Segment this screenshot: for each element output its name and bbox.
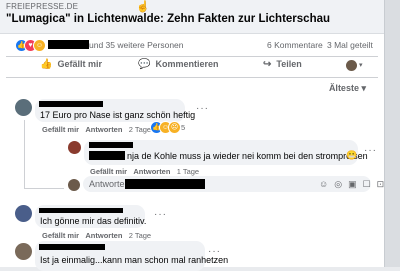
- haha-reaction-icon[interactable]: ☺: [33, 39, 46, 52]
- link-domain: FREIEPRESSE.DE: [6, 2, 79, 11]
- more-options-icon[interactable]: ···: [208, 246, 221, 257]
- redacted-name: [39, 208, 123, 213]
- my-avatar: [68, 179, 80, 191]
- comment-text: Ich gönne mir das definitiv.: [40, 216, 147, 226]
- reply-input[interactable]: Antworte ☺◎▣☐⊡: [83, 176, 384, 192]
- reactions-bar: 👍 ♥ ☺ und 35 weitere Personen 6 Kommenta…: [0, 33, 384, 55]
- share-button[interactable]: ↪ Teilen: [263, 59, 302, 75]
- comment-reply-link[interactable]: Antworten: [85, 125, 122, 134]
- chevron-down-icon[interactable]: ▾: [359, 61, 363, 69]
- divider: [6, 77, 378, 78]
- share-icon: ↪: [263, 59, 272, 70]
- thumbs-up-icon: 👍: [40, 59, 53, 70]
- camera-icon[interactable]: ◎: [334, 179, 348, 189]
- link-preview[interactable]: FREIEPRESSE.DE "Lumagica" in Lichtenwald…: [0, 0, 384, 34]
- comment-bubble: 17 Euro pro Nase ist ganz schön heftig: [35, 99, 195, 122]
- more-options-icon[interactable]: ···: [196, 103, 209, 114]
- reactions-count-text[interactable]: und 35 weitere Personen: [89, 40, 184, 50]
- avatar[interactable]: [15, 99, 32, 116]
- avatar[interactable]: [68, 141, 81, 154]
- comment-meta: Gefällt mir Antworten 2 Tage: [42, 125, 151, 134]
- like-button[interactable]: 👍 Gefällt mir: [40, 59, 102, 75]
- redacted-name: [39, 101, 103, 107]
- avatar[interactable]: [15, 243, 32, 260]
- redacted-name: [89, 142, 133, 148]
- comment-reply-link[interactable]: Antworten: [85, 231, 122, 240]
- gif-icon[interactable]: ▣: [348, 179, 363, 189]
- comment-text: 17 Euro pro Nase ist ganz schön heftig: [40, 110, 196, 120]
- comment-time[interactable]: 1 Tage: [177, 167, 199, 176]
- link-title[interactable]: "Lumagica" in Lichtenwalde: Zehn Fakten …: [6, 13, 330, 25]
- more-options-icon[interactable]: ···: [364, 145, 377, 156]
- comment-icon: 💬: [138, 59, 151, 70]
- shares-count[interactable]: 3 Mal geteilt: [327, 40, 373, 50]
- comment-like-link[interactable]: Gefällt mir: [42, 125, 79, 134]
- comment-bubble: Ich gönne mir das definitiv.: [35, 205, 147, 228]
- avatar[interactable]: [15, 205, 32, 222]
- comment-like-link[interactable]: Gefällt mir: [90, 167, 127, 176]
- scrollbar[interactable]: [384, 0, 400, 267]
- comment-sort-dropdown[interactable]: Älteste ▾: [329, 83, 366, 94]
- more-options-icon[interactable]: ···: [154, 209, 167, 220]
- post-card: FREIEPRESSE.DE "Lumagica" in Lichtenwald…: [0, 0, 384, 271]
- profile-avatar[interactable]: [346, 60, 357, 71]
- comment-meta: Gefällt mir Antworten 2 Tage: [42, 231, 151, 240]
- comment-button[interactable]: 💬 Kommentieren: [138, 59, 218, 75]
- comment-reply-link[interactable]: Antworten: [133, 167, 170, 176]
- redacted-mention: [89, 151, 125, 160]
- redacted-name: [39, 244, 105, 250]
- comment-bubble: nja de Kohle muss ja wieder nei komm bei…: [84, 140, 368, 165]
- comment-time[interactable]: 2 Tage: [129, 125, 151, 134]
- grinning-emoji-icon: 😬: [346, 150, 358, 160]
- hand-cursor-icon: ☝: [136, 1, 150, 13]
- sticker-icon[interactable]: ☐: [363, 179, 377, 189]
- comment-text: Ist ja einmalig...kann man schon mal ran…: [40, 255, 229, 265]
- comment-text: nja de Kohle muss ja wieder nei komm bei…: [127, 151, 368, 161]
- emoji-icon[interactable]: ☺: [319, 179, 334, 189]
- chevron-down-icon: ▾: [361, 83, 366, 93]
- comment-time[interactable]: 2 Tage: [129, 231, 151, 240]
- comments-count[interactable]: 6 Kommentare: [267, 40, 323, 50]
- thread-line: [24, 188, 64, 189]
- comment-like-link[interactable]: Gefällt mir: [42, 231, 79, 240]
- redacted-mention: [125, 179, 205, 189]
- comment-meta: Gefällt mir Antworten 1 Tage: [90, 167, 199, 176]
- thread-line: [24, 120, 25, 188]
- reaction-count[interactable]: 5: [181, 123, 185, 132]
- reply-placeholder: Antworte: [89, 179, 125, 189]
- sad-reaction-icon: ☹: [168, 121, 181, 134]
- input-tools: ☺◎▣☐⊡: [319, 179, 390, 190]
- redacted-name: [48, 40, 89, 49]
- divider: [6, 56, 378, 57]
